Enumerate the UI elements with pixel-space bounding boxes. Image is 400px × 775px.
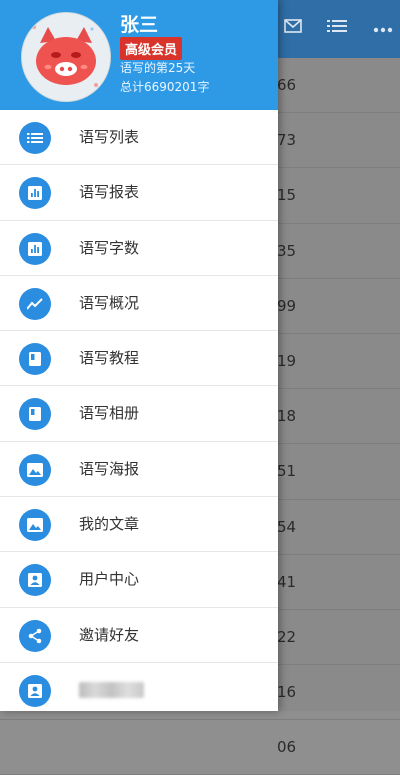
bar-chart-icon [19, 177, 51, 210]
menu-item-label: 语写字数 [79, 238, 140, 257]
menu-item-label: 语写相册 [79, 404, 140, 423]
menu-item-my-articles[interactable]: 我的文章 [0, 497, 278, 553]
list-item[interactable]: 06 [0, 720, 400, 775]
menu-item-label: 我的文章 [79, 515, 140, 534]
menu-item-blurred[interactable] [0, 663, 278, 717]
blurred-label [79, 681, 144, 698]
row-number: 06 [277, 738, 297, 757]
trend-icon [19, 287, 51, 320]
pig-avatar-icon [22, 13, 110, 101]
menu-item-label: 语写概况 [79, 293, 140, 312]
list-icon [19, 122, 51, 154]
menu-item-word-count[interactable]: 语写字数 [0, 221, 278, 276]
row-number: 18 [277, 407, 297, 426]
menu-item-label: 语写教程 [79, 349, 140, 368]
menu-item-poster[interactable]: 语写海报 [0, 442, 278, 498]
more-icon[interactable] [370, 17, 396, 39]
share-icon [19, 619, 51, 652]
menu-item-user-center[interactable]: 用户中心 [0, 552, 278, 608]
row-number: 51 [277, 462, 297, 481]
row-number: 99 [277, 296, 297, 315]
menu-item-writing-list[interactable]: 语写列表 [0, 110, 278, 166]
menu-item-invite-friends[interactable]: 邀请好友 [0, 608, 278, 663]
menu-item-label: 邀请好友 [79, 625, 140, 644]
navigation-drawer: 张三 高级会员 语写的第25天 总计6690201字 语写列表 语写报表 语写字… [0, 0, 278, 711]
menu-item-label: 语写报表 [79, 183, 140, 202]
membership-badge: 高级会员 [120, 37, 183, 60]
menu-item-overview[interactable]: 语写概况 [0, 276, 278, 332]
row-number: 73 [277, 131, 297, 150]
menu-item-tutorial[interactable]: 语写教程 [0, 331, 278, 387]
avatar[interactable] [21, 12, 111, 102]
row-number: 66 [277, 76, 297, 94]
menu-item-label: 语写列表 [79, 128, 140, 146]
list-icon[interactable] [324, 17, 350, 39]
days-count: 语写的第25天 [120, 61, 196, 75]
image-icon [19, 453, 51, 486]
row-number: 22 [277, 627, 297, 646]
row-number: 54 [277, 517, 297, 536]
menu-item-label: 语写海报 [79, 459, 140, 478]
mail-icon[interactable] [280, 17, 306, 39]
bar-chart-icon [19, 232, 51, 265]
menu-item-label: 用户中心 [79, 570, 140, 589]
book-icon [19, 398, 51, 431]
profile-header: 张三 高级会员 语写的第25天 总计6690201字 [0, 0, 278, 110]
row-number: 41 [277, 572, 297, 591]
menu-item-writing-report[interactable]: 语写报表 [0, 165, 278, 221]
person-icon [19, 564, 51, 597]
row-number: 15 [277, 186, 297, 205]
username: 张三 [120, 14, 159, 36]
image-icon [19, 509, 51, 542]
word-total: 总计6690201字 [120, 80, 210, 94]
row-number: 19 [277, 351, 297, 370]
person-icon [19, 674, 51, 707]
book-icon [19, 343, 51, 376]
row-number: 35 [277, 241, 297, 260]
menu-item-album[interactable]: 语写相册 [0, 386, 278, 442]
drawer-menu: 语写列表 语写报表 语写字数 语写概况 语写教程 语写相册 语写海报 我的文章 … [0, 110, 278, 717]
row-number: 16 [277, 683, 297, 702]
